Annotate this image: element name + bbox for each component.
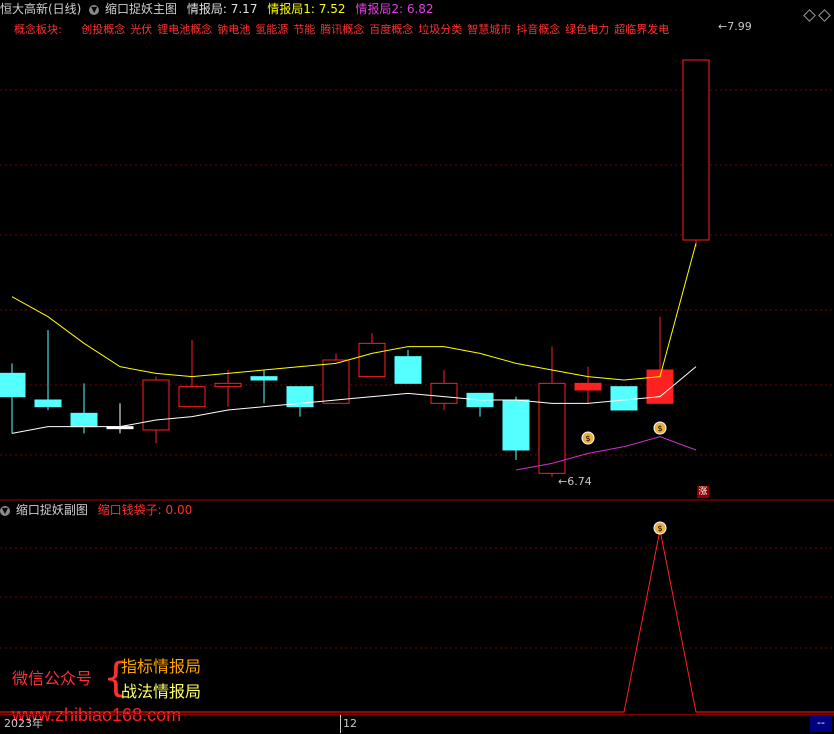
candle-body [214,382,242,388]
concept-item[interactable]: 氢能源 [255,23,288,36]
diamond-icon[interactable] [803,5,816,24]
indicator-1-value: 7.52 [318,2,346,16]
concept-item[interactable]: 超临界发电 [614,23,669,36]
header-bar: 恒大高新(日线) ▼ 缩口捉妖主图 情报局: 7.17 情报局1: 7.52 情… [0,2,434,16]
indicator-0-label: 情报局: [186,2,231,16]
low-price-label: ←6.74 [558,475,592,488]
candle-body [610,386,638,411]
money-bag-icon: $ [653,521,667,535]
concept-item[interactable]: 腾讯概念 [320,23,364,36]
candle-body [70,412,98,428]
svg-text:$: $ [657,524,662,533]
candle-body [538,382,566,474]
candle-body [142,379,170,431]
wechat-label: 微信公众号 [12,669,93,688]
concept-item[interactable]: 锂电池概念 [157,23,212,36]
concept-item[interactable]: 节能 [293,23,315,36]
svg-text:$: $ [657,424,662,433]
indicator-0-value: 7.17 [230,2,258,16]
axis-separator [340,715,341,733]
candle-body [430,382,458,404]
svg-text:$: $ [585,434,590,443]
candle-body [682,59,710,241]
concept-item[interactable]: 百度概念 [369,23,413,36]
concept-list: 创投概念 光伏 锂电池概念 钠电池 氢能源 节能 腾讯概念 百度概念 垃圾分类 智慧城市 抖音概念绿… [81,23,674,36]
concept-label: 概念板块: [14,23,62,36]
concept-item[interactable]: 光伏 [130,23,152,36]
sub-indicator-label: 缩口钱袋子: [97,503,166,517]
high-arrow-icon: ← [718,20,728,33]
axis-corner-button[interactable]: -- [810,716,832,732]
stock-label[interactable]: 恒大高新(日线) [0,2,81,16]
sub-panel-header: ▼ 缩口捉妖副图 缩口钱袋子: 0.00 [0,503,192,517]
axis-month: 12 [343,717,357,730]
candle-body [250,376,278,381]
concept-item[interactable]: 绿色电力 [565,23,609,36]
candle-body [394,356,422,384]
ma-line-yellow [11,243,697,381]
candle-body [502,399,530,451]
candle-body [322,359,350,404]
concept-item[interactable]: 智慧城市 [467,23,511,36]
indicator-2-value: 6.82 [406,2,434,16]
concept-item[interactable]: 钠电池 [217,23,250,36]
candle-body [574,382,602,391]
sub-chevron-icon[interactable]: ▼ [0,505,10,516]
time-axis [0,714,834,734]
axis-year: 2023年 [4,717,43,730]
indicator-2-label: 情报局2: [355,2,407,16]
main-chart: $ $ $ [0,59,834,713]
candle-body [358,342,386,378]
money-bag-icon: $ [653,421,667,435]
sub-indicator-value: 0.00 [165,503,193,517]
candle-body [178,386,206,408]
concept-row: 概念板块: 创投概念 光伏 锂电池概念 钠电池 氢能源 节能 腾讯概念 百度概念 垃圾分类 智慧城… [14,23,674,36]
watermark-line-1: 指标情报局 [121,657,202,676]
concept-item[interactable]: 创投概念 [81,23,125,36]
sub-panel-title: 缩口捉妖副图 [15,503,88,517]
low-arrow-icon: ← [558,475,568,488]
concept-item[interactable]: 抖音概念 [516,23,560,36]
main-title: 缩口捉妖主图 [105,2,178,16]
chevron-down-icon[interactable]: ▼ [89,4,100,15]
high-price-label: ←7.99 [718,20,752,33]
indicator-1-label: 情报局1: [267,2,319,16]
concept-item[interactable]: 垃圾分类 [418,23,462,36]
diamond-icon-2[interactable] [818,5,831,24]
candle-body [0,372,26,398]
watermark-line-2: 战法情报局 [121,682,202,701]
candle-body [34,399,62,408]
limit-up-marker: 涨 [697,486,709,498]
money-bag-icon: $ [581,431,595,445]
